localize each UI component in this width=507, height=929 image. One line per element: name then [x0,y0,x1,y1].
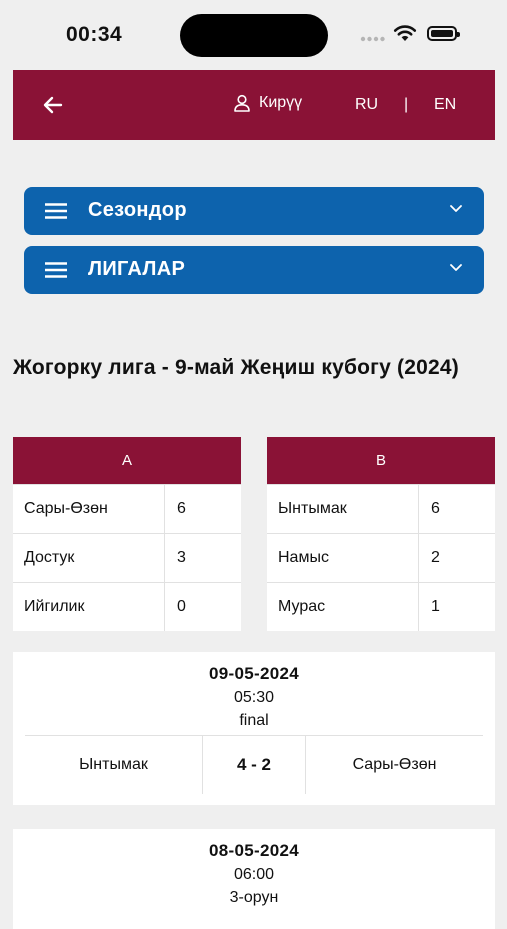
match-score: 4 - 2 [202,736,306,794]
table-row: Мурас 1 [267,582,495,631]
away-team: Сары-Өзөн [352,756,437,773]
home-team: Ынтымак [79,756,148,773]
team-name: Ийгилик [13,583,165,631]
match-card[interactable]: 08-05-2024 06:00 3-орун [13,829,495,929]
match-card[interactable]: 09-05-2024 05:30 final Ынтымак 4 - 2 Сар… [13,652,495,805]
team-points: 0 [177,598,186,615]
leagues-dropdown-label: ЛИГАЛАР [88,258,186,280]
match-teams-row: Ынтымак 4 - 2 Сары-Өзөн [25,736,483,794]
battery-icon [427,26,460,41]
match-time: 05:30 [233,689,275,706]
login-button[interactable]: Кирүү [233,94,302,112]
leagues-dropdown[interactable]: ЛИГАЛАР [24,246,484,294]
chevron-down-icon [450,264,462,271]
chevron-down-icon [450,205,462,212]
lang-ru-link[interactable]: RU [355,96,378,114]
table-row: Ийгилик 0 [13,582,241,631]
status-time: 00:34 [66,23,123,46]
team-name: Сары-Өзөн [13,485,165,533]
cellular-signal-icon [360,36,385,42]
group-table-b: B Ынтымак 6 Намыс 2 Мурас 1 [267,437,495,631]
app-header: Кирүү RU | EN [13,70,495,140]
page-title: Жогорку лига - 9-май Жеңиш кубогу (2024) [13,356,459,379]
user-icon [234,94,250,112]
seasons-dropdown-label: Сезондор [88,199,187,221]
team-name: Ынтымак [267,485,419,533]
match-date: 08-05-2024 [209,841,299,860]
group-header: A [13,437,241,484]
team-points: 1 [431,598,440,615]
table-row: Ынтымак 6 [267,484,495,533]
team-points: 2 [431,549,440,566]
wifi-icon [393,25,417,41]
team-points: 6 [431,500,440,517]
status-bar: 00:34 [0,0,507,70]
match-time: 06:00 [233,866,275,883]
login-label: Кирүү [259,94,303,111]
table-row: Достук 3 [13,533,241,582]
team-points: 6 [177,500,186,517]
match-stage: final [239,712,269,729]
team-name: Достук [13,534,165,582]
match-date: 09-05-2024 [209,664,299,683]
dynamic-island [180,14,328,57]
hamburger-icon [45,262,67,278]
team-points: 3 [177,549,186,566]
table-row: Намыс 2 [267,533,495,582]
match-stage: 3-орун [229,889,279,906]
hamburger-icon [45,203,67,219]
team-name: Мурас [267,583,419,631]
seasons-dropdown[interactable]: Сезондор [24,187,484,235]
table-row: Сары-Өзөн 6 [13,484,241,533]
group-table-a: A Сары-Өзөн 6 Достук 3 Ийгилик 0 [13,437,241,631]
arrow-left-icon[interactable] [41,93,65,117]
team-name: Намыс [267,534,419,582]
group-header: B [267,437,495,484]
lang-separator: | [404,96,409,113]
lang-en-link[interactable]: EN [434,96,456,114]
